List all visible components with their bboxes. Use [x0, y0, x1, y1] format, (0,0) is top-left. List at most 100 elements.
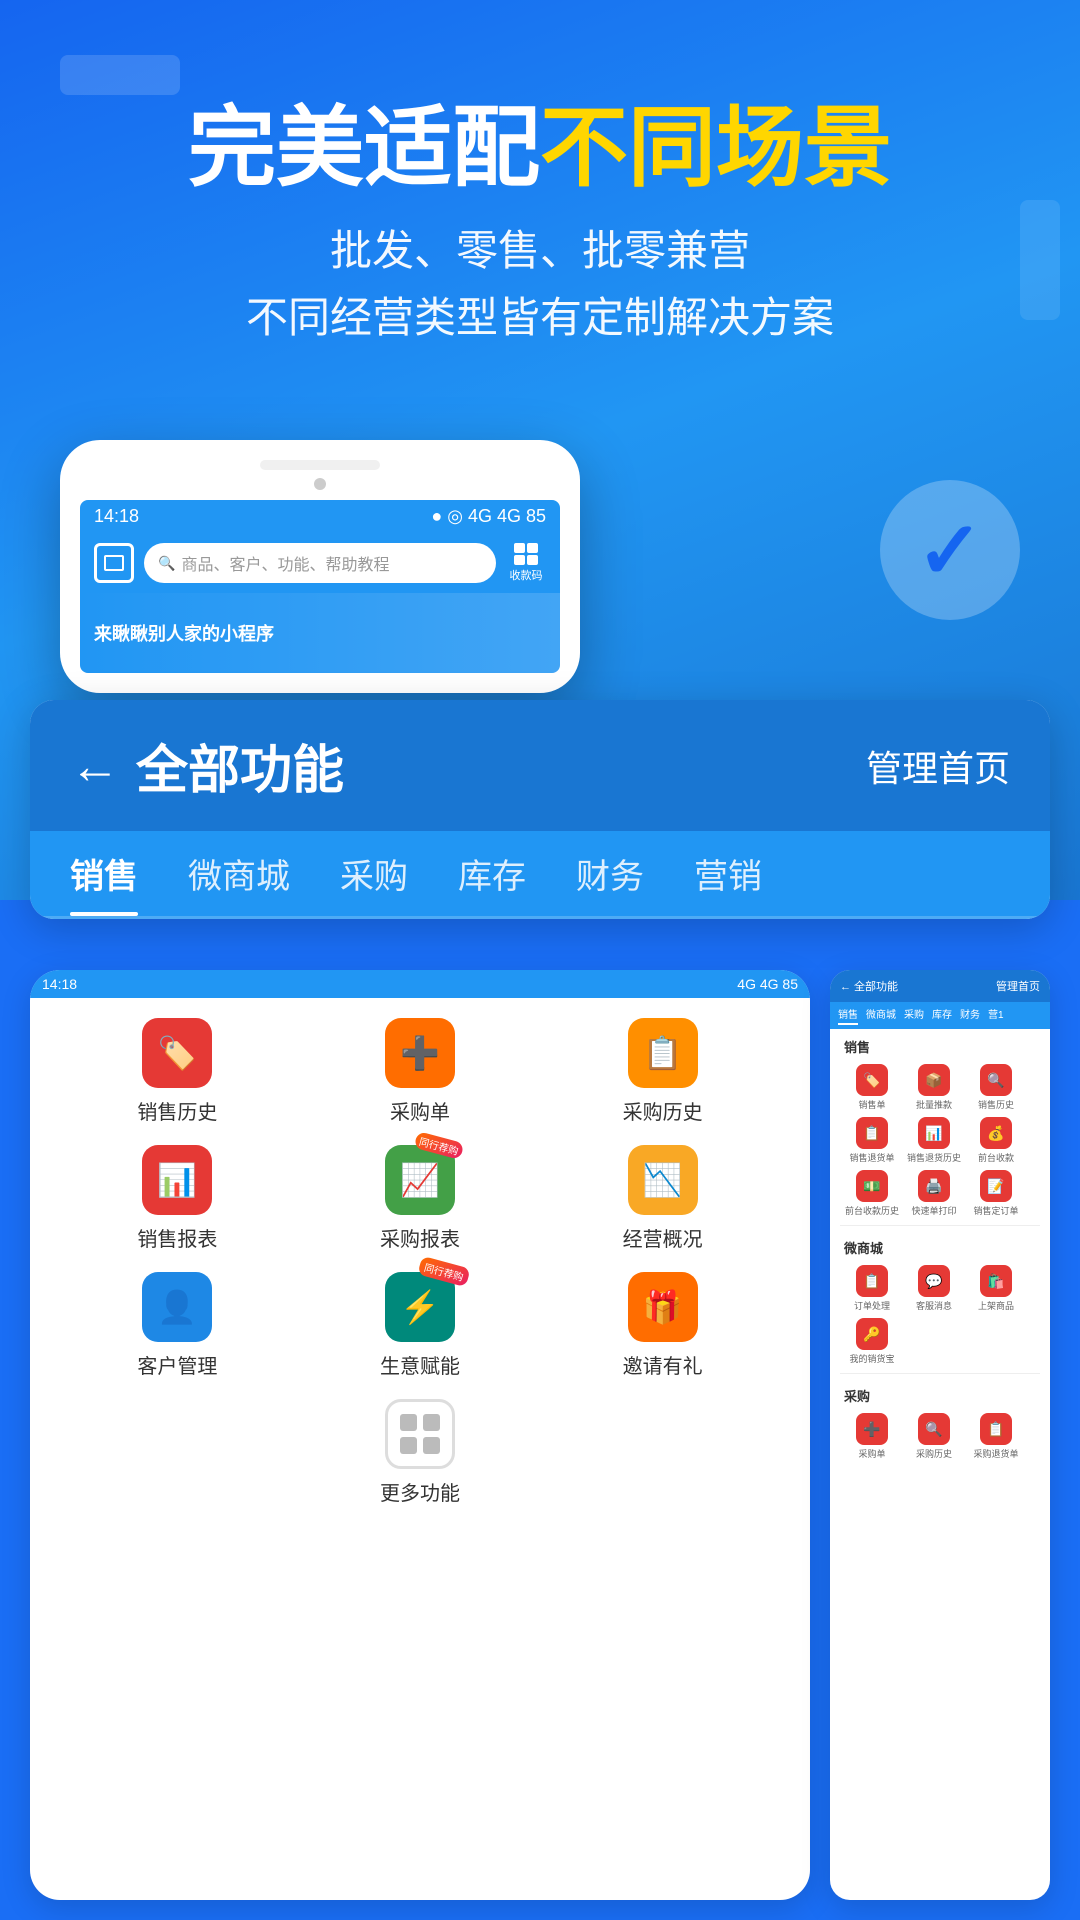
more-dot-1 [400, 1414, 417, 1431]
invite-reward-label: 邀请有礼 [623, 1350, 703, 1379]
list-item[interactable]: 📦 批量推款 [906, 1064, 962, 1111]
rp-sales-return-hist-icon: 📊 [918, 1117, 950, 1149]
function-panel-tabs: 销售 微商城 采购 库存 财务 营销 [30, 831, 1050, 919]
rp-sales-order-label: 销售单 [858, 1098, 885, 1111]
rp-tab-mini[interactable]: 微商城 [866, 1006, 896, 1025]
more-dot-2 [423, 1414, 440, 1431]
tab-finance[interactable]: 财务 [576, 831, 644, 916]
phone-search-input[interactable]: 商品、客户、功能、帮助教程 [144, 543, 496, 583]
tab-mini-store[interactable]: 微商城 [188, 831, 290, 916]
hero-subtitle-line2: 不同经营类型皆有定制解决方案 [60, 284, 1020, 351]
hero-title: 完美适配不同场景 [60, 100, 1020, 197]
list-item[interactable]: ➕ 采购单 [844, 1413, 900, 1460]
phone-banner-text: 来瞅瞅别人家的小程序 [94, 620, 274, 646]
list-item[interactable]: 🖨️ 快速单打印 [906, 1170, 962, 1217]
rp-tab-marketing[interactable]: 营1 [988, 1006, 1004, 1025]
list-item[interactable]: 💰 前台收款 [968, 1117, 1024, 1164]
list-item[interactable]: 📉 经营概况 [593, 1145, 733, 1252]
purchase-report-icon: 📈 同行荐购 [385, 1145, 455, 1215]
rp-sales-return-label: 销售退货单 [849, 1151, 894, 1164]
list-item[interactable]: ➕ 采购单 [350, 1018, 490, 1125]
hero-subtitle: 批发、零售、批零兼营 不同经营类型皆有定制解决方案 [60, 217, 1020, 351]
rp-cashier-label: 前台收款 [978, 1151, 1014, 1164]
qr-label: 收款码 [510, 567, 543, 583]
grid-row-2: 📊 销售报表 📈 同行荐购 采购报表 📉 经营概况 [56, 1145, 784, 1252]
right-phone-tabs: 销售 微商城 采购 库存 财务 营1 [830, 1002, 1050, 1029]
list-item[interactable]: 💬 客服消息 [906, 1265, 962, 1312]
fp-title: ← 全部功能 [70, 728, 344, 803]
rp-tab-sales[interactable]: 销售 [838, 1006, 858, 1025]
rp-customer-msg-icon: 💬 [918, 1265, 950, 1297]
rp-cashier-icon: 💰 [980, 1117, 1012, 1149]
list-item[interactable]: 🏷️ 销售历史 [107, 1018, 247, 1125]
sales-report-label: 销售报表 [137, 1223, 217, 1252]
phone-banner: 来瞅瞅别人家的小程序 [80, 593, 560, 673]
sales-history-icon: 🏷️ [142, 1018, 212, 1088]
more-dot-3 [400, 1437, 417, 1454]
list-item[interactable]: 🔑 我的销货宝 [844, 1318, 900, 1365]
list-item[interactable]: 🎁 邀请有礼 [593, 1272, 733, 1379]
rp-manage[interactable]: 管理首页 [996, 978, 1040, 994]
rp-sales-order2-icon: 📝 [980, 1170, 1012, 1202]
left-phone-status: 14:18 4G 4G 85 [30, 970, 810, 998]
customer-mgmt-icon: 👤 [142, 1272, 212, 1342]
rp-batch-push-icon: 📦 [918, 1064, 950, 1096]
rp-tab-finance[interactable]: 财务 [960, 1006, 980, 1025]
rp-purchase-order-icon: ➕ [856, 1413, 888, 1445]
more-icon [385, 1399, 455, 1469]
rp-purchase-return-icon: 📋 [980, 1413, 1012, 1445]
list-item[interactable]: 🛍️ 上架商品 [968, 1265, 1024, 1312]
list-item[interactable]: 📋 采购退货单 [968, 1413, 1024, 1460]
rp-order-process-label: 订单处理 [854, 1299, 890, 1312]
right-phone: ← 全部功能 管理首页 销售 微商城 采购 库存 财务 营1 销售 🏷️ 销售单… [830, 970, 1050, 1900]
list-item[interactable]: 🔍 销售历史 [968, 1064, 1024, 1111]
rp-divider-2 [840, 1373, 1040, 1374]
phone-camera [314, 478, 326, 490]
more-dot-4 [423, 1437, 440, 1454]
phone-mockup-area: 14:18 ● ◎ 4G 4G 85 商品、客户、功能、帮助教程 收款码 来瞅 [60, 440, 580, 693]
list-item[interactable]: 📊 销售退货历史 [906, 1117, 962, 1164]
main-content: 14:18 4G 4G 85 🏷️ 销售历史 ➕ 采购单 📋 采购历史 [0, 950, 1080, 1920]
tab-inventory[interactable]: 库存 [458, 831, 526, 916]
phone-time: 14:18 [94, 506, 139, 527]
rp-sales-bao-label: 我的销货宝 [849, 1352, 894, 1365]
rp-mini-store-grid: 📋 订单处理 💬 客服消息 🛍️ 上架商品 🔑 我的销货宝 [840, 1261, 1040, 1369]
sales-history-label: 销售历史 [137, 1096, 217, 1125]
rp-cashier-hist-icon: 💵 [856, 1170, 888, 1202]
list-item[interactable]: 📋 销售退货单 [844, 1117, 900, 1164]
list-item[interactable]: 🔍 采购历史 [906, 1413, 962, 1460]
list-item[interactable]: 更多功能 [350, 1399, 490, 1506]
grid-row-4: 更多功能 [56, 1399, 784, 1506]
rp-section-mini-store: 微商城 [840, 1230, 1040, 1261]
list-item[interactable]: 📊 销售报表 [107, 1145, 247, 1252]
rp-back[interactable]: ← 全部功能 [840, 978, 898, 994]
list-item[interactable]: 📋 订单处理 [844, 1265, 900, 1312]
purchase-order-icon: ➕ [385, 1018, 455, 1088]
rp-tab-purchase[interactable]: 采购 [904, 1006, 924, 1025]
phone-scan-icon [94, 543, 134, 583]
list-item[interactable]: 📈 同行荐购 采购报表 [350, 1145, 490, 1252]
tab-purchase[interactable]: 采购 [340, 831, 408, 916]
list-item[interactable]: 👤 客户管理 [107, 1272, 247, 1379]
phone-mockup: 14:18 ● ◎ 4G 4G 85 商品、客户、功能、帮助教程 收款码 来瞅 [60, 440, 580, 693]
list-item[interactable]: 💵 前台收款历史 [844, 1170, 900, 1217]
list-item[interactable]: ⚡ 同行荐购 生意赋能 [350, 1272, 490, 1379]
tab-sales[interactable]: 销售 [70, 831, 138, 916]
hero-section: 完美适配不同场景 批发、零售、批零兼营 不同经营类型皆有定制解决方案 [0, 60, 1080, 351]
recommend-badge: 同行荐购 [414, 1131, 465, 1160]
tab-marketing[interactable]: 营销 [694, 831, 762, 916]
left-phone-grid: 🏷️ 销售历史 ➕ 采购单 📋 采购历史 📊 销售报表 [46, 998, 794, 1546]
phone-status-bar: 14:18 ● ◎ 4G 4G 85 [80, 500, 560, 533]
left-phone: 14:18 4G 4G 85 🏷️ 销售历史 ➕ 采购单 📋 采购历史 [30, 970, 810, 1900]
fp-back-arrow[interactable]: ← [70, 737, 120, 795]
list-item[interactable]: 📝 销售定订单 [968, 1170, 1024, 1217]
grid-row-3: 👤 客户管理 ⚡ 同行荐购 生意赋能 🎁 邀请有礼 [56, 1272, 784, 1379]
purchase-report-label: 采购报表 [380, 1223, 460, 1252]
business-empower-label: 生意赋能 [380, 1350, 460, 1379]
rp-customer-msg-label: 客服消息 [916, 1299, 952, 1312]
rp-purchase-order-label: 采购单 [858, 1447, 885, 1460]
list-item[interactable]: 🏷️ 销售单 [844, 1064, 900, 1111]
rp-tab-inventory[interactable]: 库存 [932, 1006, 952, 1025]
list-item[interactable]: 📋 采购历史 [593, 1018, 733, 1125]
fp-manage-link[interactable]: 管理首页 [866, 740, 1010, 792]
